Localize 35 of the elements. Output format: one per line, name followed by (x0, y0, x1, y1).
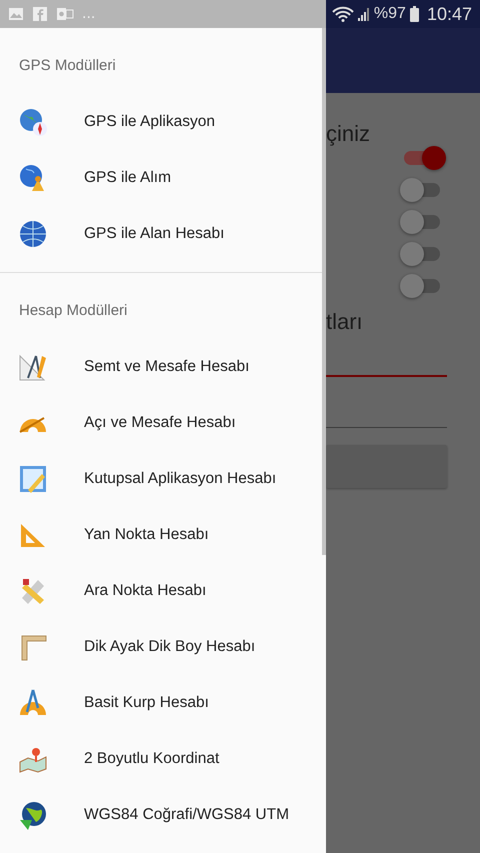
drawer-item[interactable]: Dik Ayak Dik Boy Hesabı (0, 619, 326, 675)
toggle-switch[interactable] (400, 210, 442, 234)
image-icon (8, 6, 24, 22)
battery-icon (410, 6, 419, 22)
section-header: GPS Modülleri (18, 56, 117, 76)
module-icon (18, 219, 48, 249)
drawer-item[interactable]: GPS ile Alım (0, 150, 326, 206)
overflow-indicator: ... (82, 4, 96, 24)
drawer-item[interactable]: Semt ve Mesafe Hesabı (0, 339, 326, 395)
battery-percentage: %97 (374, 4, 406, 24)
drawer-item[interactable]: Açı ve Mesafe Hesabı (0, 395, 326, 451)
facebook-icon (32, 6, 48, 22)
toggle-switch[interactable] (400, 178, 442, 202)
subheading-text: tları (326, 308, 363, 336)
module-icon (18, 800, 48, 830)
clock-time: 10:47 (426, 2, 472, 26)
module-icon (18, 688, 48, 718)
module-icon (18, 107, 48, 137)
drawer-item[interactable]: 2 Boyutlu Koordinat (0, 731, 326, 787)
section-header: Hesap Modülleri (18, 300, 128, 321)
module-icon (18, 352, 48, 382)
toggle-switch[interactable] (400, 242, 442, 266)
drawer-item[interactable]: GPS ile Alan Hesabı (0, 206, 326, 262)
mail-icon (56, 6, 74, 22)
drawer-item[interactable]: Kutupsal Aplikasyon Hesabı (0, 451, 326, 507)
drawer-item[interactable]: GPS ile Aplikasyon (0, 94, 326, 150)
wifi-icon (332, 6, 354, 22)
signal-icon (358, 7, 370, 21)
drawer-item[interactable]: WGS84 Coğrafi/WGS84 UTM (0, 787, 326, 843)
heading-text: çiniz (326, 120, 370, 148)
drawer-item[interactable]: Basit Kurp Hesabı (0, 675, 326, 731)
drawer-item[interactable]: Yan Nokta Hesabı (0, 507, 326, 563)
toggle-switch[interactable] (400, 274, 442, 298)
module-icon (18, 464, 48, 494)
drawer-item[interactable]: Ara Nokta Hesabı (0, 563, 326, 619)
